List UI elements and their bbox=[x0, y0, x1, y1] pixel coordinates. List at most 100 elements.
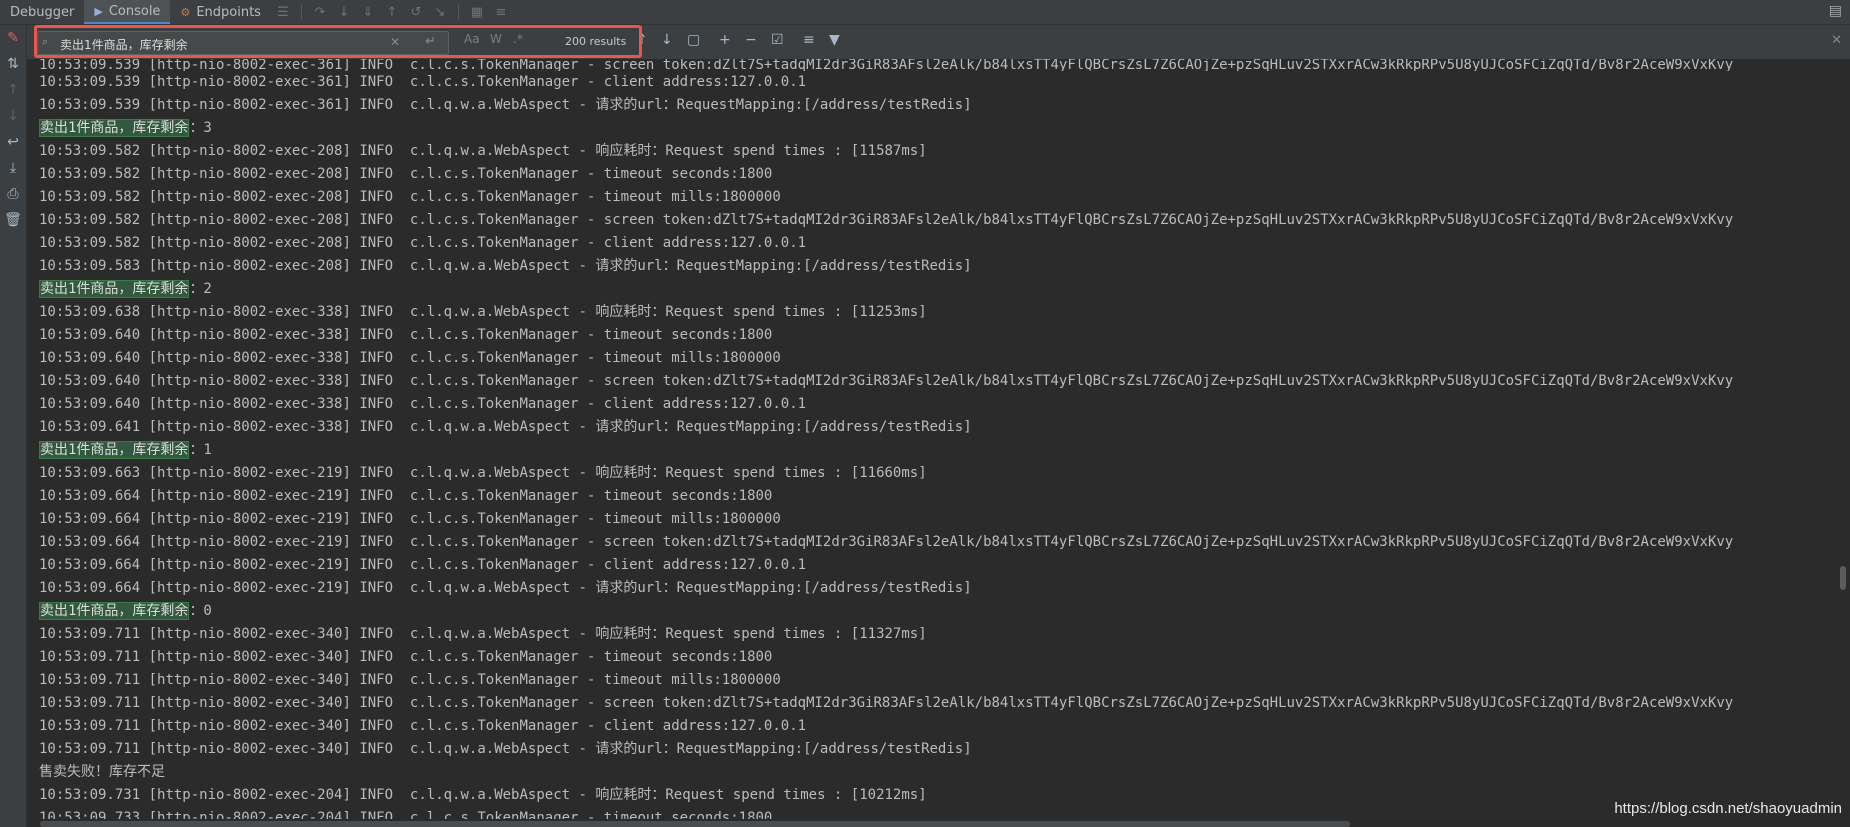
step-out-icon[interactable]: ↑ bbox=[380, 5, 404, 20]
prev-occurrence-icon[interactable]: ↑ bbox=[636, 32, 648, 48]
console-output[interactable]: 10:53:09.539 [http-nio-8002-exec-361] IN… bbox=[39, 59, 1839, 819]
log-message: - 响应耗时：Request spend times : [10212ms] bbox=[578, 787, 927, 803]
more-lines-icon[interactable]: ≡ bbox=[489, 5, 513, 20]
filter-lines-icon[interactable]: ≡ bbox=[803, 32, 815, 48]
log-line: 10:53:09.582 [http-nio-8002-exec-208] IN… bbox=[39, 186, 1839, 209]
log-level: INFO bbox=[359, 626, 394, 642]
log-level: INFO bbox=[359, 488, 394, 504]
log-logger: c.l.q.w.a.WebAspect bbox=[409, 143, 571, 159]
log-message: - client address:127.0.0.1 bbox=[586, 74, 807, 90]
log-level: INFO bbox=[359, 741, 394, 757]
log-thread: [http-nio-8002-exec-340] bbox=[148, 741, 351, 757]
down-arrow-icon[interactable]: ↓ bbox=[0, 103, 26, 129]
search-query[interactable]: 卖出1件商品，库存剩余 bbox=[60, 36, 188, 53]
log-thread: [http-nio-8002-exec-208] bbox=[148, 235, 351, 251]
select-all-icon[interactable]: ☑ bbox=[771, 32, 784, 48]
log-logger: c.l.c.s.TokenManager bbox=[409, 350, 579, 366]
log-thread: [http-nio-8002-exec-219] bbox=[148, 580, 351, 596]
layout-icon[interactable]: ▤ bbox=[1829, 3, 1842, 19]
print-icon[interactable]: ⎙ bbox=[0, 181, 26, 207]
log-logger: c.l.c.s.TokenManager bbox=[409, 59, 579, 71]
add-selection-icon[interactable]: + bbox=[719, 32, 731, 48]
log-time: 10:53:09.731 bbox=[39, 787, 141, 803]
log-line: 10:53:09.640 [http-nio-8002-exec-338] IN… bbox=[39, 324, 1839, 347]
log-message: - timeout mills:1800000 bbox=[586, 672, 781, 688]
log-level: INFO bbox=[359, 580, 394, 596]
log-line: 售卖失败！库存不足 bbox=[39, 761, 1839, 784]
log-message: - timeout seconds:1800 bbox=[586, 649, 773, 665]
step-over-icon[interactable]: ↷ bbox=[308, 5, 332, 20]
log-logger: c.l.q.w.a.WebAspect bbox=[409, 304, 571, 320]
filter-icon[interactable]: ▼ bbox=[829, 32, 840, 48]
edit-pencil-icon[interactable]: ✎ bbox=[0, 25, 26, 51]
log-logger: c.l.q.w.a.WebAspect bbox=[409, 741, 571, 757]
drop-frame-icon[interactable]: ↺ bbox=[404, 5, 428, 20]
remove-selection-icon[interactable]: − bbox=[745, 32, 757, 48]
log-thread: [http-nio-8002-exec-219] bbox=[148, 534, 351, 550]
horizontal-scrollbar[interactable] bbox=[40, 821, 1350, 827]
log-message: - timeout mills:1800000 bbox=[586, 511, 781, 527]
log-level: INFO bbox=[359, 373, 394, 389]
log-thread: [http-nio-8002-exec-219] bbox=[148, 465, 351, 481]
log-thread: [http-nio-8002-exec-340] bbox=[148, 649, 351, 665]
log-thread: [http-nio-8002-exec-340] bbox=[148, 695, 351, 711]
match-case-toggle[interactable]: Aa bbox=[464, 32, 480, 46]
force-step-into-icon[interactable]: ⇓ bbox=[356, 5, 380, 20]
words-toggle[interactable]: W bbox=[490, 32, 502, 46]
tab-console[interactable]: ▶ Console bbox=[84, 0, 171, 24]
log-line: 10:53:09.711 [http-nio-8002-exec-340] IN… bbox=[39, 692, 1839, 715]
log-message: - 响应耗时：Request spend times : [11253ms] bbox=[578, 304, 927, 320]
next-occurrence-icon[interactable]: ↓ bbox=[661, 32, 673, 48]
log-time: 10:53:09.539 bbox=[39, 97, 141, 113]
log-level: INFO bbox=[359, 787, 394, 803]
log-thread: [http-nio-8002-exec-338] bbox=[148, 350, 351, 366]
new-line-icon[interactable]: ↵ bbox=[425, 34, 436, 49]
log-thread: [http-nio-8002-exec-338] bbox=[148, 304, 351, 320]
soft-wrap-icon[interactable]: ↩ bbox=[0, 129, 26, 155]
log-time: 10:53:09.640 bbox=[39, 350, 141, 366]
up-arrow-icon[interactable]: ↑ bbox=[0, 77, 26, 103]
run-to-cursor-icon[interactable]: ↘ bbox=[428, 5, 452, 20]
scroll-to-end-icon[interactable]: ⤓ bbox=[0, 155, 26, 181]
log-message: - timeout mills:1800000 bbox=[586, 189, 781, 205]
log-level: INFO bbox=[359, 189, 394, 205]
log-line: 10:53:09.640 [http-nio-8002-exec-338] IN… bbox=[39, 347, 1839, 370]
tab-endpoints[interactable]: ⚙ Endpoints bbox=[170, 0, 271, 24]
log-line: 10:53:09.638 [http-nio-8002-exec-338] IN… bbox=[39, 301, 1839, 324]
log-time: 10:53:09.664 bbox=[39, 511, 141, 527]
trash-icon[interactable]: 🗑 bbox=[0, 207, 26, 233]
log-message: - 请求的url：RequestMapping:[/address/testRe… bbox=[578, 97, 972, 113]
log-level: INFO bbox=[359, 350, 394, 366]
evaluate-icon[interactable]: ▦ bbox=[465, 5, 489, 20]
search-input[interactable]: ⌕ 卖出1件商品，库存剩余 ✕ ↵ bbox=[37, 31, 449, 55]
clear-icon[interactable]: ✕ bbox=[390, 35, 400, 49]
tab-label: Endpoints bbox=[196, 4, 261, 20]
log-message: - 请求的url：RequestMapping:[/address/testRe… bbox=[578, 741, 972, 757]
divider bbox=[457, 4, 459, 20]
log-line-match: 卖出1件商品，库存剩余：3 bbox=[39, 117, 1839, 140]
log-level: INFO bbox=[359, 212, 394, 228]
log-time: 10:53:09.583 bbox=[39, 258, 141, 274]
sort-icon[interactable]: ⇅ bbox=[0, 51, 26, 77]
step-into-icon[interactable]: ↓ bbox=[332, 5, 356, 20]
log-time: 10:53:09.711 bbox=[39, 649, 141, 665]
log-logger: c.l.c.s.TokenManager bbox=[409, 649, 579, 665]
log-time: 10:53:09.638 bbox=[39, 304, 141, 320]
log-time: 10:53:09.582 bbox=[39, 235, 141, 251]
console-icon: ▶ bbox=[94, 4, 103, 18]
log-logger: c.l.c.s.TokenManager bbox=[409, 373, 579, 389]
log-line-match: 卖出1件商品，库存剩余：0 bbox=[39, 600, 1839, 623]
log-time: 10:53:09.582 bbox=[39, 166, 141, 182]
close-search-icon[interactable]: ✕ bbox=[1831, 33, 1842, 48]
log-thread: [http-nio-8002-exec-208] bbox=[148, 166, 351, 182]
tool-window-header: Debugger ▶ Console ⚙ Endpoints ☰ ↷ ↓ ⇓ ↑… bbox=[0, 0, 1850, 25]
log-logger: c.l.c.s.TokenManager bbox=[409, 396, 579, 412]
select-all-occurrences-icon[interactable]: ▢ bbox=[687, 32, 700, 48]
log-remaining-count: ：3 bbox=[189, 120, 212, 136]
menu-lines-icon[interactable]: ☰ bbox=[271, 5, 295, 20]
tab-debugger[interactable]: Debugger bbox=[0, 0, 84, 24]
regex-toggle[interactable]: .* bbox=[513, 32, 523, 46]
log-message: - timeout seconds:1800 bbox=[586, 327, 773, 343]
log-level: INFO bbox=[359, 74, 394, 90]
vertical-scrollbar[interactable] bbox=[1840, 566, 1846, 590]
